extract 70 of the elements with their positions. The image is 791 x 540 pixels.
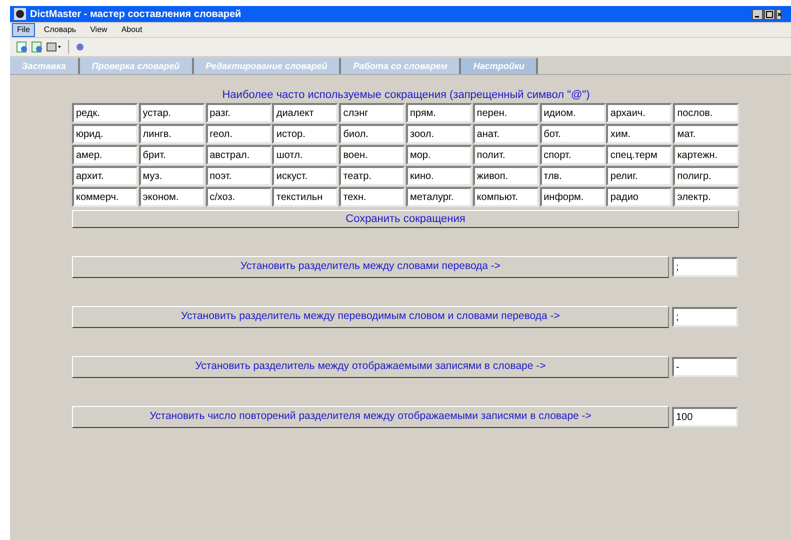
abbreviation-field[interactable]: религ. bbox=[606, 166, 672, 186]
abbreviation-field[interactable]: геол. bbox=[206, 124, 272, 144]
app-icon bbox=[14, 8, 26, 20]
window-title: DictMaster - мастер составления словарей bbox=[30, 8, 242, 22]
close-icon[interactable] bbox=[776, 8, 781, 20]
abbreviation-field[interactable]: лингв. bbox=[138, 124, 205, 144]
abbreviation-field[interactable]: слэнг bbox=[339, 103, 406, 123]
abbreviation-field[interactable]: мат. bbox=[673, 124, 740, 144]
abbreviation-field[interactable]: юрид. bbox=[72, 124, 138, 144]
abbreviation-field[interactable]: прям. bbox=[406, 103, 472, 123]
abbreviation-field[interactable]: зоол. bbox=[406, 124, 472, 144]
minimize-icon[interactable] bbox=[752, 8, 763, 20]
abbreviation-field[interactable]: шотл. bbox=[272, 145, 338, 165]
separator-field[interactable]: 100 bbox=[672, 407, 738, 427]
abbreviation-field[interactable]: брит. bbox=[138, 145, 205, 165]
abbreviation-field[interactable]: анат. bbox=[472, 124, 539, 144]
abbreviation-field[interactable]: бот. bbox=[540, 124, 606, 144]
set-separator-button[interactable]: Установить разделитель между отображаемыми записями в словаре -> bbox=[72, 356, 669, 378]
abbreviation-field[interactable]: биол. bbox=[339, 124, 406, 144]
abbreviation-field[interactable]: техн. bbox=[339, 187, 406, 207]
set-separator-button[interactable]: Установить разделитель между словами перевода -> bbox=[72, 256, 669, 278]
abbreviation-field[interactable]: радио bbox=[606, 187, 672, 207]
menu-item[interactable]: File bbox=[12, 23, 35, 37]
abbreviation-field[interactable]: искуст. bbox=[272, 166, 338, 186]
abbreviation-field[interactable]: электр. bbox=[673, 187, 740, 207]
separator-field[interactable]: - bbox=[672, 357, 738, 377]
abbreviation-field[interactable]: послов. bbox=[673, 103, 740, 123]
menu-item[interactable]: About bbox=[116, 23, 148, 37]
abbreviation-field[interactable]: хим. bbox=[606, 124, 672, 144]
new-document-icon[interactable] bbox=[16, 41, 28, 53]
abbreviation-field[interactable]: архаич. bbox=[606, 103, 672, 123]
abbreviation-field[interactable]: мор. bbox=[406, 145, 472, 165]
abbreviation-field[interactable]: воен. bbox=[339, 145, 406, 165]
abbreviation-field[interactable]: металург. bbox=[406, 187, 472, 207]
separator-field[interactable]: ; bbox=[672, 257, 738, 277]
abbreviation-field[interactable]: тлв. bbox=[540, 166, 606, 186]
abbreviation-field[interactable]: текстильн bbox=[272, 187, 338, 207]
abbreviation-field[interactable]: спорт. bbox=[540, 145, 606, 165]
abbreviation-field[interactable]: театр. bbox=[339, 166, 406, 186]
abbreviation-field[interactable]: диалект bbox=[272, 103, 338, 123]
abbreviation-field[interactable]: муз. bbox=[138, 166, 205, 186]
abbreviation-field[interactable]: устар. bbox=[138, 103, 205, 123]
abbreviation-field[interactable]: спец.терм bbox=[606, 145, 672, 165]
abbreviation-field[interactable]: информ. bbox=[540, 187, 606, 207]
abbreviation-field[interactable]: идиом. bbox=[540, 103, 606, 123]
save-abbreviations-button[interactable]: Сохранить сокращения bbox=[72, 210, 739, 228]
abbreviation-field[interactable]: полит. bbox=[472, 145, 539, 165]
set-separator-button[interactable]: Установить число повторений разделителя между отображаемыми записями в словаре -> bbox=[72, 406, 669, 428]
open-document-icon[interactable] bbox=[31, 41, 43, 53]
abbreviation-field[interactable]: кино. bbox=[406, 166, 472, 186]
abbreviation-field[interactable]: компьют. bbox=[472, 187, 539, 207]
abbreviation-field[interactable]: коммерч. bbox=[72, 187, 138, 207]
menu-item[interactable]: Словарь bbox=[38, 23, 82, 37]
abbreviation-field[interactable]: полигр. bbox=[673, 166, 740, 186]
abbreviation-field[interactable]: перен. bbox=[472, 103, 539, 123]
separator-field[interactable]: ; bbox=[672, 307, 738, 327]
abbreviation-field[interactable]: истор. bbox=[272, 124, 338, 144]
menu-item[interactable]: View bbox=[85, 23, 112, 37]
set-separator-button[interactable]: Установить разделитель между переводимым словом и словами перевода -> bbox=[72, 306, 669, 328]
abbreviation-field[interactable]: редк. bbox=[72, 103, 138, 123]
abbreviation-field[interactable]: картежн. bbox=[673, 145, 740, 165]
abbreviation-field[interactable]: с/хоз. bbox=[206, 187, 272, 207]
abbreviation-field[interactable]: живоп. bbox=[472, 166, 539, 186]
abbreviation-field[interactable]: разг. bbox=[206, 103, 272, 123]
abbreviations-caption: Наиболее часто используемые сокращения (запрещенный символ "@") bbox=[221, 89, 591, 102]
abbreviation-field[interactable]: архит. bbox=[72, 166, 138, 186]
abbreviation-field[interactable]: амер. bbox=[72, 145, 138, 165]
abbreviation-field[interactable]: эконом. bbox=[138, 187, 205, 207]
abbreviation-field[interactable]: австрал. bbox=[206, 145, 272, 165]
abbreviation-field[interactable]: поэт. bbox=[206, 166, 272, 186]
